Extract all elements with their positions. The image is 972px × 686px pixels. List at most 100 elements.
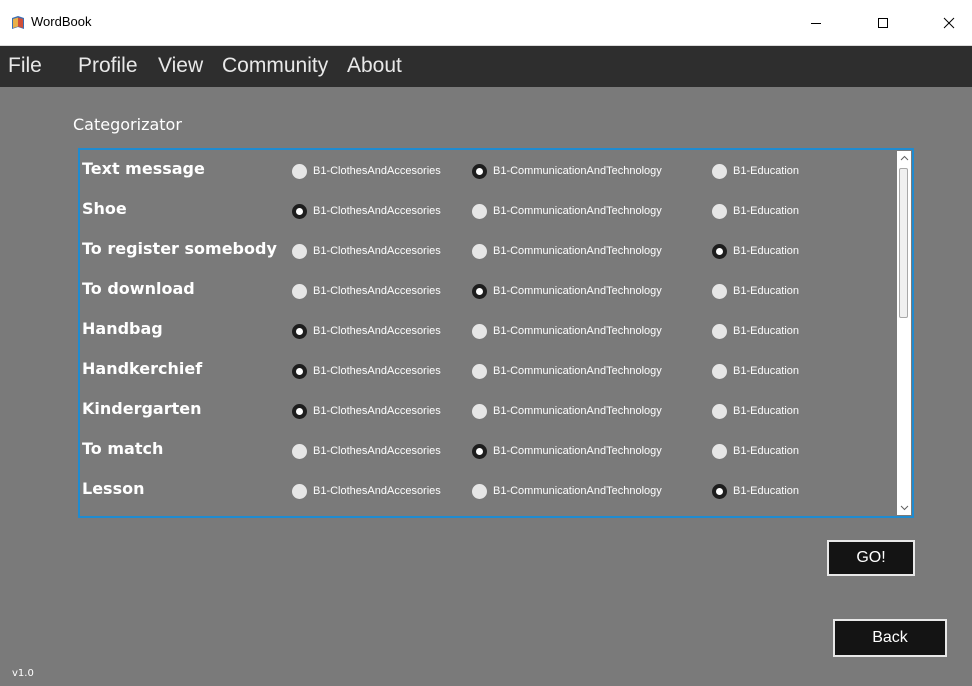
radio-button-checked[interactable] xyxy=(292,203,307,219)
word-category-list[interactable]: Text message B1-ClothesAndAccesories B1-Co… xyxy=(78,148,914,518)
word-label: Lesson xyxy=(82,479,145,498)
radio-button-checked[interactable] xyxy=(292,403,307,419)
radio-button[interactable] xyxy=(712,323,727,339)
category-option[interactable]: B1-Education xyxy=(712,243,799,259)
radio-button[interactable] xyxy=(472,203,487,219)
radio-button-checked[interactable] xyxy=(712,243,727,259)
option-label: B1-CommunicationAndTechnology xyxy=(493,285,662,297)
radio-button[interactable] xyxy=(292,163,307,179)
menu-file[interactable]: File xyxy=(8,54,42,78)
radio-button[interactable] xyxy=(712,203,727,219)
category-option[interactable]: B1-ClothesAndAccesories xyxy=(292,283,441,299)
radio-button[interactable] xyxy=(712,363,727,379)
option-label: B1-ClothesAndAccesories xyxy=(313,205,441,217)
option-label: B1-Education xyxy=(733,325,800,337)
category-option[interactable]: B1-Education xyxy=(712,283,799,299)
category-option[interactable]: B1-CommunicationAndTechnology xyxy=(472,443,662,459)
radio-button[interactable] xyxy=(472,363,487,379)
go-button[interactable]: GO! xyxy=(827,540,915,576)
option-label: B1-ClothesAndAccesories xyxy=(313,365,441,377)
menu-about[interactable]: About xyxy=(347,54,402,78)
category-option[interactable]: B1-Education xyxy=(712,203,799,219)
maximize-button[interactable] xyxy=(860,0,906,46)
category-option[interactable]: B1-CommunicationAndTechnology xyxy=(472,203,662,219)
category-option[interactable]: B1-CommunicationAndTechnology xyxy=(472,403,662,419)
maximize-icon xyxy=(878,18,888,28)
radio-button-checked[interactable] xyxy=(472,443,487,459)
list-item: Text message B1-ClothesAndAccesories B1-Co… xyxy=(80,156,896,186)
category-option[interactable]: B1-CommunicationAndTechnology xyxy=(472,163,662,179)
category-option[interactable]: B1-Education xyxy=(712,443,799,459)
menu-community[interactable]: Community xyxy=(222,54,328,78)
category-option[interactable]: B1-Education xyxy=(712,323,799,339)
word-label: To register somebody xyxy=(82,239,277,258)
radio-button[interactable] xyxy=(472,243,487,259)
radio-button[interactable] xyxy=(712,283,727,299)
radio-button-checked[interactable] xyxy=(472,163,487,179)
radio-button[interactable] xyxy=(472,403,487,419)
radio-button[interactable] xyxy=(292,243,307,259)
minimize-icon xyxy=(811,23,821,24)
category-option[interactable]: B1-ClothesAndAccesories xyxy=(292,443,441,459)
category-option[interactable]: B1-ClothesAndAccesories xyxy=(292,243,441,259)
category-option[interactable]: B1-CommunicationAndTechnology xyxy=(472,483,662,499)
option-label: B1-ClothesAndAccesories xyxy=(313,325,441,337)
option-label: B1-Education xyxy=(733,245,800,257)
radio-button[interactable] xyxy=(472,483,487,499)
radio-button[interactable] xyxy=(712,163,727,179)
category-option[interactable]: B1-ClothesAndAccesories xyxy=(292,203,441,219)
radio-button[interactable] xyxy=(712,403,727,419)
category-option[interactable]: B1-CommunicationAndTechnology xyxy=(472,363,662,379)
category-option[interactable]: B1-CommunicationAndTechnology xyxy=(472,243,662,259)
close-icon xyxy=(943,17,955,29)
scrollbar-thumb[interactable] xyxy=(899,168,908,318)
back-button[interactable]: Back xyxy=(833,619,947,657)
option-label: B1-ClothesAndAccesories xyxy=(313,485,441,497)
menu-bar: File Profile View Community About xyxy=(0,46,972,87)
option-label: B1-ClothesAndAccesories xyxy=(313,165,441,177)
radio-button[interactable] xyxy=(292,283,307,299)
option-label: B1-ClothesAndAccesories xyxy=(313,285,441,297)
radio-button-checked[interactable] xyxy=(712,483,727,499)
option-label: B1-ClothesAndAccesories xyxy=(313,405,441,417)
title-bar: WordBook xyxy=(0,0,972,46)
category-option[interactable]: B1-CommunicationAndTechnology xyxy=(472,323,662,339)
category-option[interactable]: B1-ClothesAndAccesories xyxy=(292,323,441,339)
list-item: To download B1-ClothesAndAccesories B1-Com… xyxy=(80,276,896,306)
word-label: Text message xyxy=(82,159,205,178)
category-option[interactable]: B1-ClothesAndAccesories xyxy=(292,403,441,419)
category-option[interactable]: B1-Education xyxy=(712,363,799,379)
radio-button[interactable] xyxy=(292,443,307,459)
radio-button[interactable] xyxy=(472,323,487,339)
option-label: B1-CommunicationAndTechnology xyxy=(493,245,662,257)
version-label: v1.0 xyxy=(12,668,34,679)
list-item: To match B1-ClothesAndAccesories B1-Commun… xyxy=(80,436,896,466)
scroll-up-arrow[interactable] xyxy=(897,151,911,165)
close-button[interactable] xyxy=(926,0,972,46)
category-option[interactable]: B1-ClothesAndAccesories xyxy=(292,363,441,379)
category-option[interactable]: B1-Education xyxy=(712,403,799,419)
radio-button-checked[interactable] xyxy=(292,323,307,339)
section-title: Categorizator xyxy=(73,115,182,134)
category-option[interactable]: B1-ClothesAndAccesories xyxy=(292,163,441,179)
window-title: WordBook xyxy=(31,14,92,29)
option-label: B1-Education xyxy=(733,445,800,457)
minimize-button[interactable] xyxy=(793,0,839,46)
category-option[interactable]: B1-ClothesAndAccesories xyxy=(292,483,441,499)
option-label: B1-Education xyxy=(733,165,800,177)
scroll-down-arrow[interactable] xyxy=(897,501,911,515)
option-label: B1-CommunicationAndTechnology xyxy=(493,445,662,457)
radio-button[interactable] xyxy=(712,443,727,459)
category-option[interactable]: B1-CommunicationAndTechnology xyxy=(472,283,662,299)
radio-button-checked[interactable] xyxy=(472,283,487,299)
word-label: Kindergarten xyxy=(82,399,202,418)
vertical-scrollbar[interactable] xyxy=(897,151,911,515)
radio-button[interactable] xyxy=(292,483,307,499)
word-label: Handbag xyxy=(82,319,163,338)
menu-profile[interactable]: Profile xyxy=(78,54,138,78)
menu-view[interactable]: View xyxy=(158,54,203,78)
radio-button-checked[interactable] xyxy=(292,363,307,379)
category-option[interactable]: B1-Education xyxy=(712,483,799,499)
category-option[interactable]: B1-Education xyxy=(712,163,799,179)
option-label: B1-CommunicationAndTechnology xyxy=(493,205,662,217)
